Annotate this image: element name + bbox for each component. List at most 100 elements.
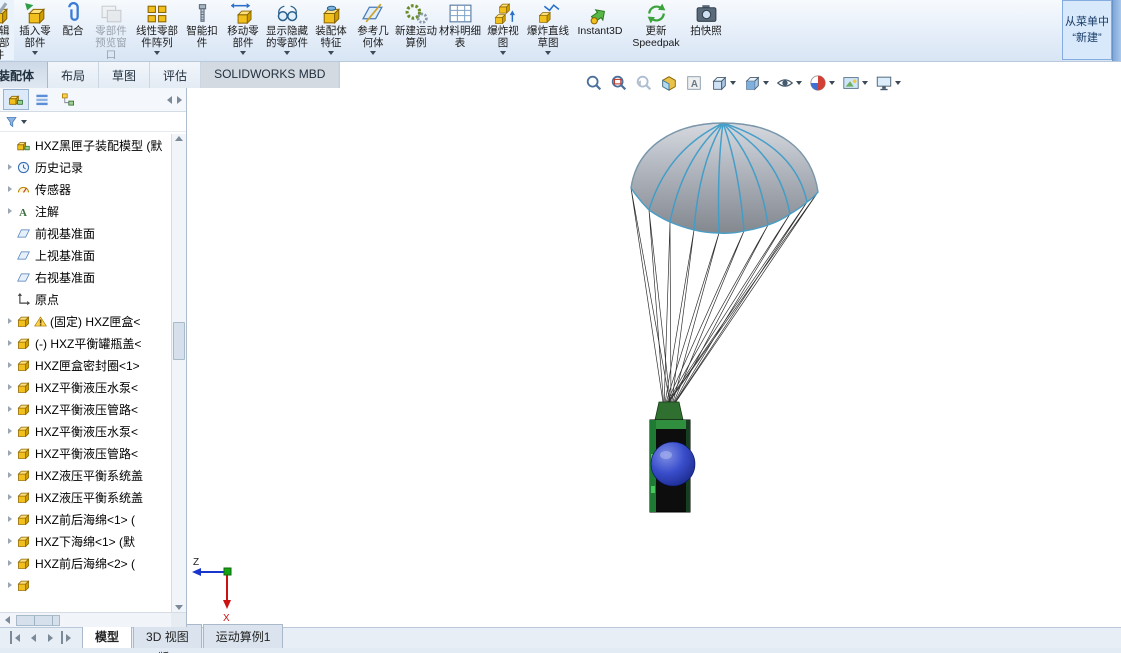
dropdown-caret-icon[interactable] [370, 51, 376, 56]
dynamic-annotation-icon[interactable] [683, 73, 705, 93]
view-settings-icon[interactable] [873, 73, 903, 93]
linear-component-pattern-button[interactable]: 线性零部件阵列 [132, 0, 182, 60]
tree-horizontal-scrollbar[interactable] [0, 612, 171, 627]
scroll-down-icon[interactable] [175, 605, 183, 610]
tab-layout[interactable]: 布局 [48, 62, 100, 88]
edit-component-button[interactable]: 编辑零部件 [0, 0, 14, 61]
tree-item-component[interactable]: HXZ平衡液压水泵< [0, 420, 171, 442]
zoom-fit-icon[interactable] [583, 73, 605, 93]
component-preview-window-button[interactable]: 零部件预览窗口 [90, 0, 132, 61]
expand-arrow-icon[interactable] [7, 340, 12, 346]
tab-motion-study-1[interactable]: 运动算例1 [202, 624, 284, 648]
expand-arrow-icon[interactable] [7, 318, 12, 324]
expand-arrow-icon[interactable] [7, 582, 12, 588]
vertical-scroll-thumb[interactable] [173, 322, 185, 360]
tree-item-root[interactable]: HXZ黑匣子装配模型 (默 [0, 134, 171, 156]
dropdown-caret-icon[interactable] [763, 81, 769, 85]
expand-arrow-icon[interactable] [7, 560, 12, 566]
expand-arrow-icon[interactable] [7, 186, 12, 192]
tree-item-component[interactable]: HXZ液压平衡系统盖 [0, 464, 171, 486]
expand-arrow-icon[interactable] [7, 362, 12, 368]
scroll-left-icon[interactable] [5, 616, 10, 624]
mate-button[interactable]: 配合 [56, 0, 90, 60]
reference-geometry-button[interactable]: 参考几何体 [352, 0, 394, 60]
dropdown-caret-icon[interactable] [32, 51, 38, 56]
insert-components-button[interactable]: 插入零部件 [14, 0, 56, 60]
show-hidden-components-button[interactable]: 显示隐藏的零部件 [264, 0, 310, 60]
tree-item-origin[interactable]: 原点 [0, 288, 171, 310]
new-document-hint-panel[interactable]: 从菜单中 “新建” [1062, 0, 1112, 60]
expand-arrow-icon[interactable] [7, 164, 12, 170]
edit-appearance-icon[interactable] [807, 73, 837, 93]
assembly-features-button[interactable]: 装配体特征 [310, 0, 352, 60]
filter-dropdown-caret-icon[interactable] [21, 119, 27, 124]
expand-arrow-icon[interactable] [7, 494, 12, 500]
dropdown-caret-icon[interactable] [730, 81, 736, 85]
view-orientation-icon[interactable] [708, 73, 738, 93]
tree-item-component[interactable]: HXZ平衡液压管路< [0, 398, 171, 420]
expand-arrow-icon[interactable] [7, 450, 12, 456]
dropdown-caret-icon[interactable] [284, 51, 290, 56]
tab-3d-views[interactable]: 3D 视图 [133, 624, 202, 648]
tree-item-component-partial[interactable] [0, 574, 171, 596]
tree-vertical-scrollbar[interactable] [171, 134, 186, 612]
tree-item-component[interactable]: HXZ前后海绵<2> ( [0, 552, 171, 574]
tree-item-component[interactable]: HXZ平衡液压水泵< [0, 376, 171, 398]
dropdown-caret-icon[interactable] [545, 51, 551, 56]
tab-model[interactable]: 模型 [82, 624, 133, 648]
graphics-area[interactable]: Z X [187, 88, 1121, 627]
dropdown-caret-icon[interactable] [500, 51, 506, 56]
dropdown-caret-icon[interactable] [240, 51, 246, 56]
tab-solidworks-mbd[interactable]: SOLIDWORKS MBD [201, 62, 340, 88]
expand-arrow-icon[interactable] [7, 538, 12, 544]
dropdown-caret-icon[interactable] [328, 51, 334, 56]
expand-arrow-icon[interactable] [7, 384, 12, 390]
dropdown-caret-icon[interactable] [829, 81, 835, 85]
tree-item-component[interactable]: HXZ平衡液压管路< [0, 442, 171, 464]
prev-tab-icon[interactable] [27, 631, 40, 644]
expand-arrow-icon[interactable] [7, 208, 12, 214]
scroll-up-icon[interactable] [175, 136, 183, 141]
first-tab-icon[interactable] [10, 631, 23, 644]
explode-line-sketch-button[interactable]: 爆炸直线草图 [524, 0, 572, 60]
propertymanager-tab[interactable] [29, 89, 55, 110]
dropdown-caret-icon[interactable] [796, 81, 802, 85]
manager-tabs-scroll-right-icon[interactable] [177, 95, 182, 104]
instant3d-button[interactable]: Instant3D [572, 0, 628, 60]
tree-item-history[interactable]: 历史记录 [0, 156, 171, 178]
tree-item-component[interactable]: HXZ前后海绵<1> ( [0, 508, 171, 530]
expand-arrow-icon[interactable] [7, 472, 12, 478]
tree-item-annotations[interactable]: 注解 [0, 200, 171, 222]
configurationmanager-tab[interactable] [55, 89, 81, 110]
move-component-button[interactable]: 移动零部件 [222, 0, 264, 60]
task-pane-edge[interactable] [1112, 0, 1121, 61]
tab-assembly[interactable]: 装配体 [0, 62, 49, 88]
apply-scene-icon[interactable] [840, 73, 870, 93]
filter-funnel-icon[interactable] [5, 116, 18, 128]
tree-item-right-plane[interactable]: 右视基准面 [0, 266, 171, 288]
expand-arrow-icon[interactable] [7, 428, 12, 434]
dropdown-caret-icon[interactable] [862, 81, 868, 85]
expand-arrow-icon[interactable] [7, 516, 12, 522]
dropdown-caret-icon[interactable] [895, 81, 901, 85]
horizontal-scroll-thumb[interactable] [16, 614, 60, 626]
update-speedpak-button[interactable]: 更新Speedpak [628, 0, 684, 60]
tree-item-sensors[interactable]: 传感器 [0, 178, 171, 200]
last-tab-icon[interactable] [61, 631, 74, 644]
tree-item-component[interactable]: HXZ液压平衡系统盖 [0, 486, 171, 508]
display-style-icon[interactable] [741, 73, 771, 93]
manager-tabs-scroll-left-icon[interactable] [167, 95, 172, 104]
featuremanager-tab[interactable] [3, 89, 29, 110]
tree-item-top-plane[interactable]: 上视基准面 [0, 244, 171, 266]
exploded-view-button[interactable]: 爆炸视图 [482, 0, 524, 60]
tree-item-front-plane[interactable]: 前视基准面 [0, 222, 171, 244]
take-snapshot-button[interactable]: 拍快照 [684, 0, 728, 60]
tab-sketch[interactable]: 草图 [99, 62, 151, 88]
tree-item-component[interactable]: (-) HXZ平衡罐瓶盖< [0, 332, 171, 354]
tab-evaluate[interactable]: 评估 [150, 62, 202, 88]
new-motion-study-button[interactable]: 新建运动算例 [394, 0, 438, 60]
tree-item-component[interactable]: HXZ下海绵<1> (默 [0, 530, 171, 552]
previous-view-icon[interactable] [633, 73, 655, 93]
next-tab-icon[interactable] [44, 631, 57, 644]
dropdown-caret-icon[interactable] [154, 51, 160, 56]
